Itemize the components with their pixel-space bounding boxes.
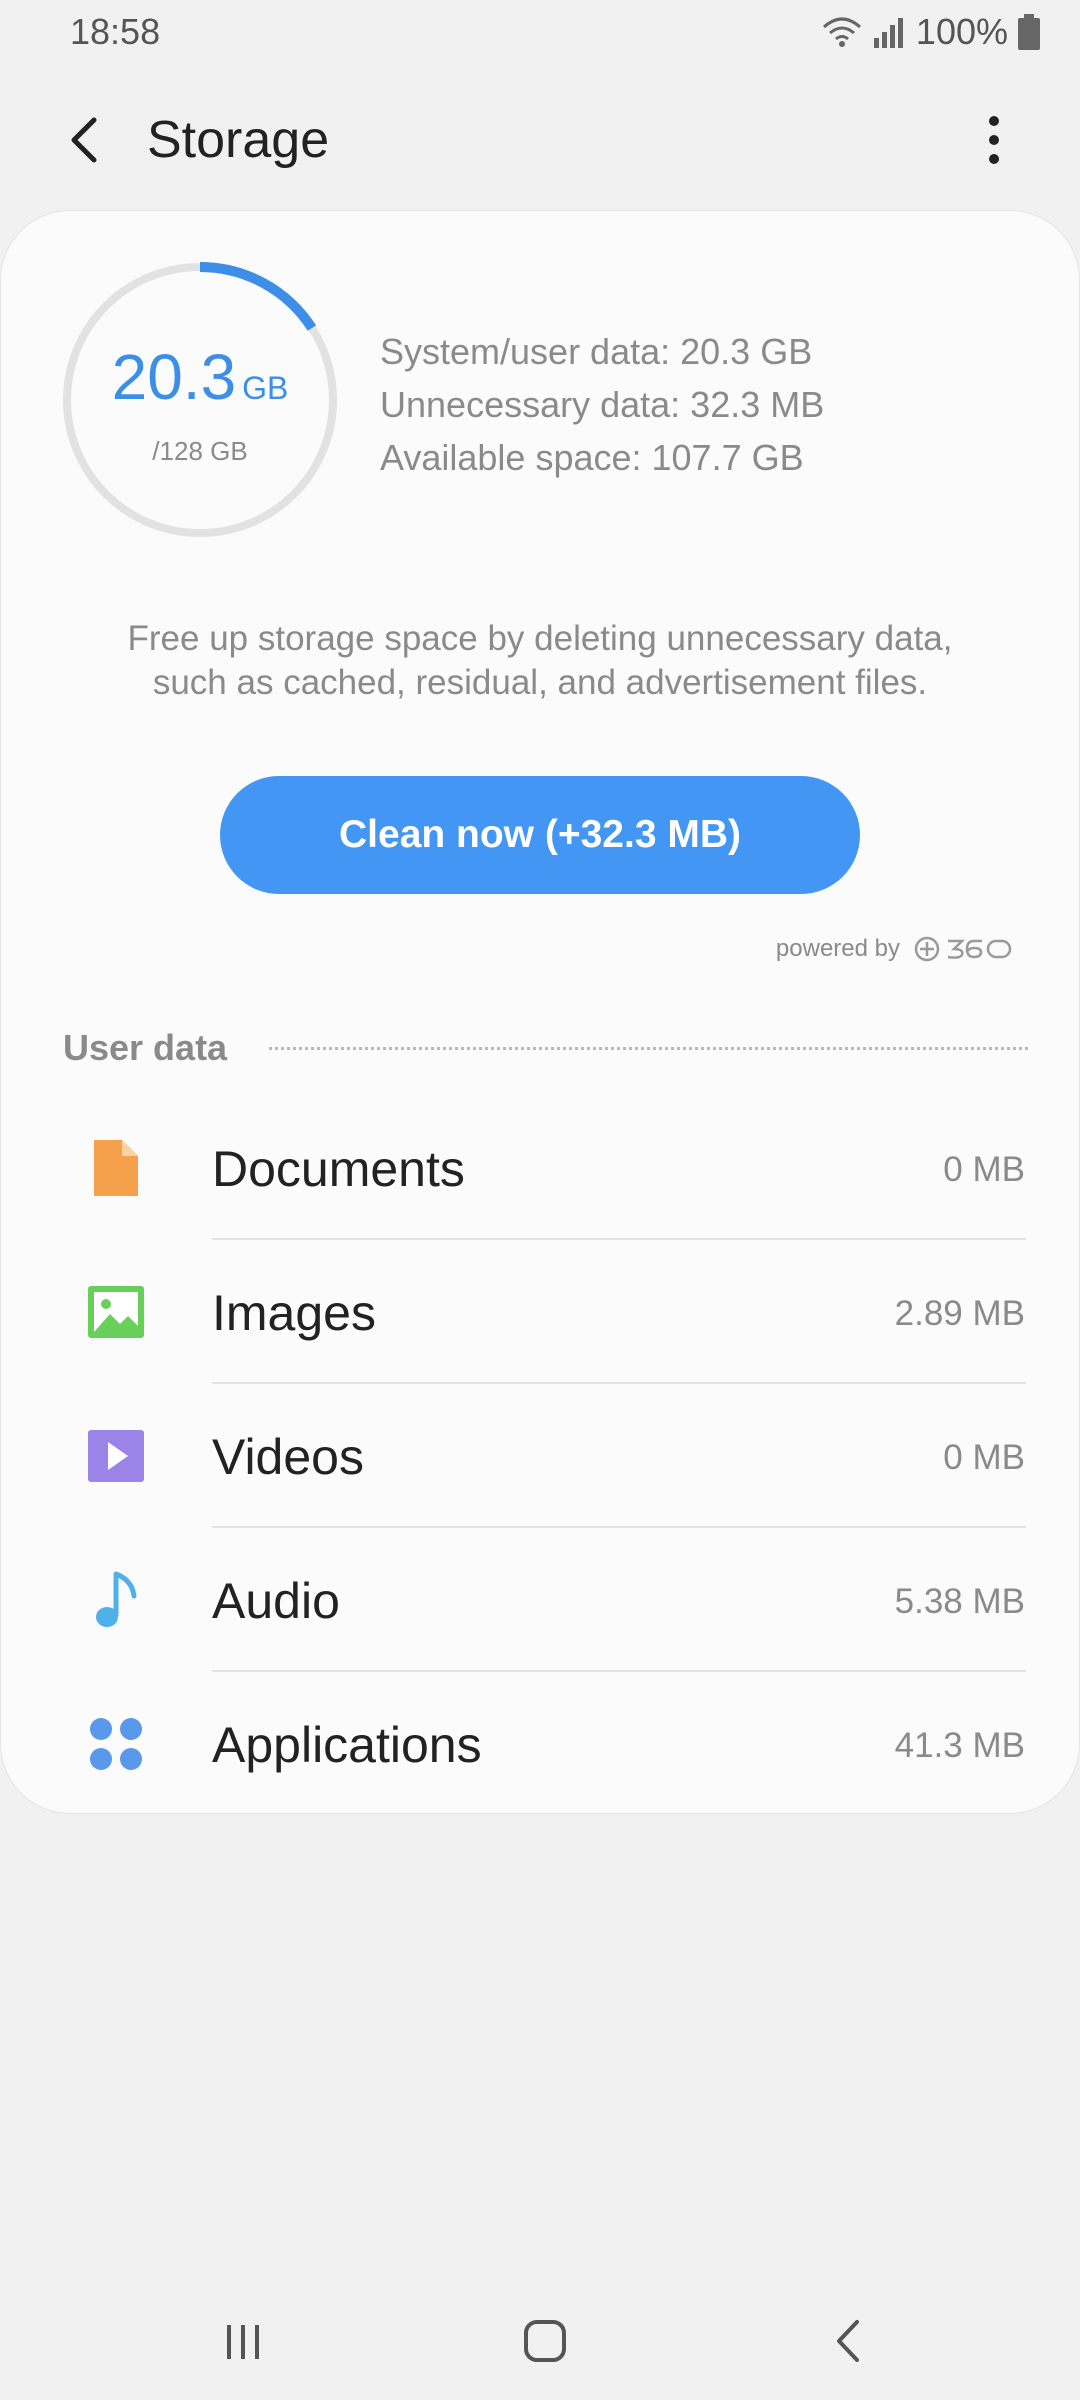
wifi-icon xyxy=(822,17,861,47)
list-item-images[interactable]: Images 2.89 MB xyxy=(0,1240,1080,1384)
signal-icon xyxy=(873,18,903,48)
360-logo xyxy=(914,936,1012,962)
list-item-label: Images xyxy=(212,1285,376,1341)
storage-stats: System/user data: 20.3 GB Unnecessary da… xyxy=(380,325,824,484)
description-line-2: such as cached, residual, and advertisem… xyxy=(152,663,928,702)
status-bar: 18:58 100% xyxy=(0,0,1080,64)
document-icon xyxy=(84,1136,148,1200)
list-item-size: 2.89 MB xyxy=(894,1294,1025,1333)
battery-icon xyxy=(1018,14,1040,50)
back-arrow-icon xyxy=(71,117,97,163)
back-icon xyxy=(837,2320,859,2362)
image-icon xyxy=(84,1280,148,1344)
page-title: Storage xyxy=(147,111,330,169)
list-item-size: 41.3 MB xyxy=(894,1726,1025,1765)
video-icon xyxy=(84,1424,148,1488)
list-item-label: Documents xyxy=(212,1141,465,1197)
section-divider xyxy=(269,1046,1028,1050)
list-item-label: Videos xyxy=(212,1429,364,1485)
list-item-size: 0 MB xyxy=(943,1438,1025,1477)
powered-by-label: powered by xyxy=(775,935,900,962)
back-button[interactable] xyxy=(50,106,118,174)
list-item-documents[interactable]: Documents 0 MB xyxy=(0,1096,1080,1240)
cleanup-description: Free up storage space by deleting unnece… xyxy=(60,617,1020,705)
home-button[interactable] xyxy=(510,2306,580,2376)
navigation-bar xyxy=(0,2280,1080,2400)
clean-now-button[interactable]: Clean now (+32.3 MB) xyxy=(220,776,860,894)
list-item-audio[interactable]: Audio 5.38 MB xyxy=(0,1528,1080,1672)
music-note-icon xyxy=(84,1568,148,1632)
user-data-header: User data xyxy=(63,1026,1028,1070)
home-icon xyxy=(524,2320,566,2362)
more-options-button[interactable] xyxy=(960,106,1028,174)
status-icons: 100% xyxy=(822,11,1040,53)
section-title: User data xyxy=(63,1027,228,1068)
nav-back-button[interactable] xyxy=(813,2306,883,2376)
recents-button[interactable] xyxy=(208,2306,278,2376)
powered-by: powered by xyxy=(776,934,1018,964)
stat-unnecessary-data: Unnecessary data: 32.3 MB xyxy=(380,384,825,425)
battery-percent: 100% xyxy=(915,11,1008,52)
more-vert-icon xyxy=(989,116,999,164)
status-time: 18:58 xyxy=(70,11,161,52)
list-item-label: Audio xyxy=(212,1573,340,1629)
list-item-size: 5.38 MB xyxy=(894,1582,1025,1621)
list-item-label: Applications xyxy=(212,1717,482,1773)
recents-icon xyxy=(227,2325,259,2359)
user-data-list: Documents 0 MB Images 2.89 MB Videos 0 M… xyxy=(0,1096,1080,1816)
list-item-size: 0 MB xyxy=(943,1150,1025,1189)
used-storage-value: 20.3 GB xyxy=(60,340,340,414)
total-storage: /128 GB xyxy=(152,436,248,466)
list-item-videos[interactable]: Videos 0 MB xyxy=(0,1384,1080,1528)
used-amount: 20.3 xyxy=(111,341,237,413)
apps-icon xyxy=(84,1712,148,1776)
list-item-applications[interactable]: Applications 41.3 MB xyxy=(0,1672,1080,1816)
stat-system-data: System/user data: 20.3 GB xyxy=(380,331,813,372)
app-bar: Storage xyxy=(0,80,1080,200)
used-unit: GB xyxy=(242,370,289,406)
description-line-1: Free up storage space by deleting unnece… xyxy=(127,619,953,658)
stat-available-space: Available space: 107.7 GB xyxy=(380,437,804,478)
